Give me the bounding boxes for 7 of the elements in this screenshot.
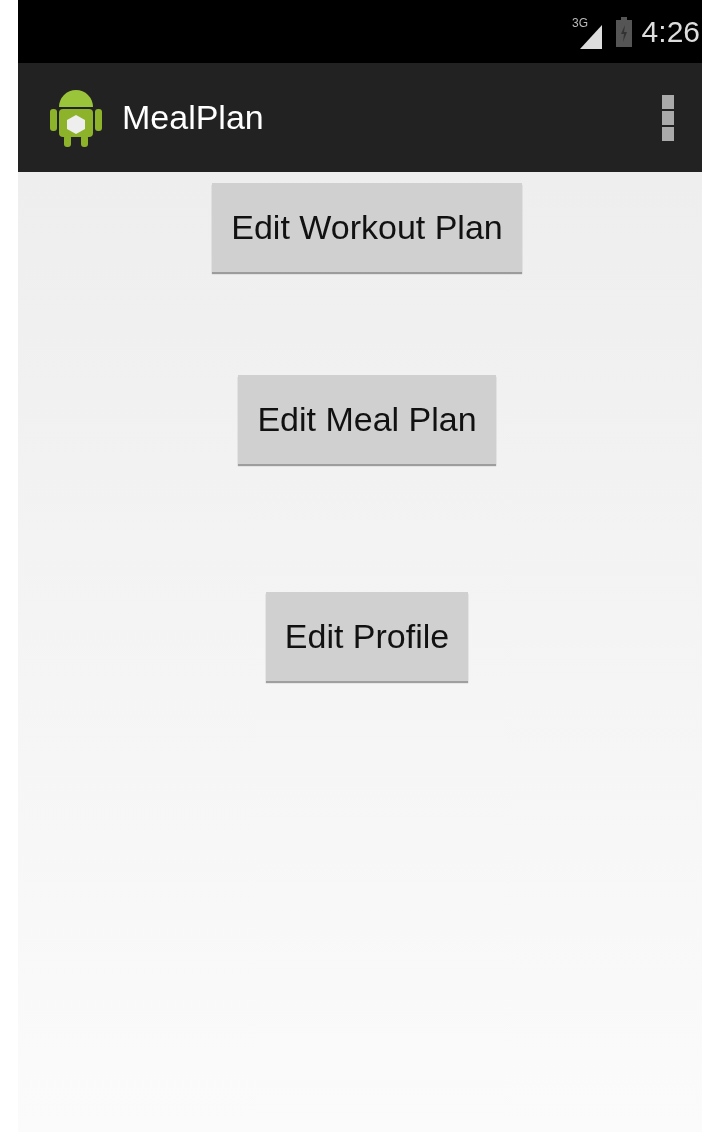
edit-button[interactable]: Edit Profile [265,592,469,681]
status-time: 4:26 [641,14,700,50]
edit-button[interactable]: Edit Meal Plan [238,375,496,464]
battery-icon [615,16,632,47]
app-title: MealPlan [122,97,264,138]
edit-button[interactable]: Edit Workout Plan [212,183,522,272]
overflow-menu-icon[interactable] [662,94,674,141]
